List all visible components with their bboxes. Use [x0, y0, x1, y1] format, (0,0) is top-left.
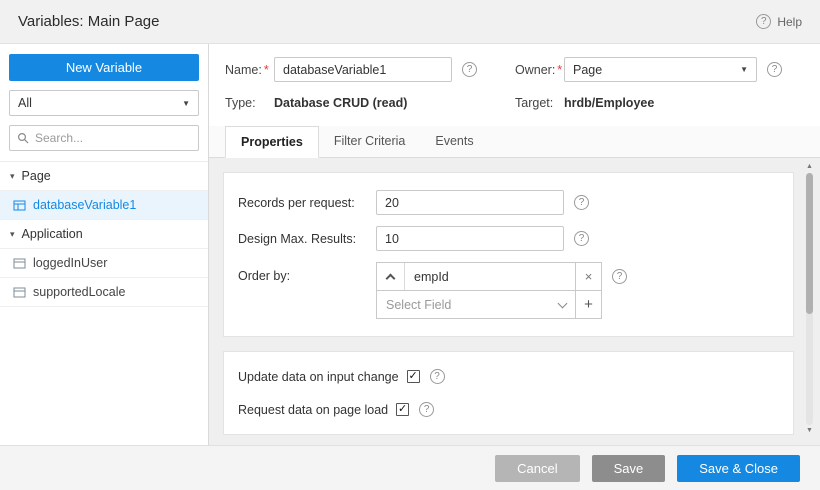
required-marker: * [264, 63, 269, 77]
request-on-load-label: Request data on page load [238, 403, 388, 417]
records-help-icon[interactable]: ? [574, 195, 589, 210]
variable-filter-select[interactable]: All ▼ [9, 90, 199, 116]
chevron-down-icon: ▼ [182, 99, 190, 108]
scroll-down-icon[interactable]: ▼ [806, 425, 813, 437]
tree-group-label: Page [22, 169, 51, 183]
page-title: Variables: Main Page [18, 13, 159, 30]
owner-help-icon[interactable]: ? [767, 62, 782, 77]
behavior-panel: Update data on input change ✓ ? Request … [223, 351, 794, 435]
name-label: Name:* [225, 63, 274, 77]
owner-value: Page [573, 63, 602, 77]
tree-group-application[interactable]: ▾ Application [0, 220, 208, 249]
tree-item-label: supportedLocale [33, 285, 125, 299]
scroll-up-icon[interactable]: ▲ [806, 161, 813, 173]
chevron-down-icon [558, 298, 568, 308]
variable-filter-value: All [18, 96, 32, 110]
add-field-button[interactable]: + [576, 290, 602, 319]
vertical-scrollbar[interactable]: ▲ ▼ [803, 161, 816, 437]
design-max-results-input[interactable] [376, 226, 564, 251]
search-input[interactable] [35, 131, 191, 145]
new-variable-button[interactable]: New Variable [9, 54, 199, 81]
update-on-change-checkbox[interactable]: ✓ [407, 370, 420, 383]
variable-icon [13, 286, 26, 299]
tree-item-label: databaseVariable1 [33, 198, 136, 212]
tree-item-label: loggedInUser [33, 256, 107, 270]
design-max-help-icon[interactable]: ? [574, 231, 589, 246]
type-value: Database CRUD (read) [274, 96, 407, 110]
properties-tab-content: Records per request: ? Design Max. Resul… [209, 158, 820, 445]
sort-direction-button[interactable] [377, 263, 405, 290]
scrollbar-track[interactable] [806, 173, 813, 425]
order-by-label: Order by: [238, 262, 376, 283]
tab-properties[interactable]: Properties [225, 126, 319, 158]
help-link[interactable]: ? Help [756, 14, 802, 29]
tree-item-loggedinuser[interactable]: loggedInUser [0, 249, 208, 278]
variable-tree: ▾ Page databaseVariable1 ▾ Appl [0, 161, 208, 307]
target-label: Target: [515, 96, 564, 110]
tab-bar: Properties Filter Criteria Events [209, 126, 820, 158]
name-help-icon[interactable]: ? [462, 62, 477, 77]
request-on-load-help-icon[interactable]: ? [419, 402, 434, 417]
variables-dialog: Variables: Main Page ? Help New Variable… [0, 0, 820, 490]
request-on-load-checkbox[interactable]: ✓ [396, 403, 409, 416]
records-per-request-input[interactable] [376, 190, 564, 215]
required-marker: * [557, 63, 562, 77]
tab-filter-criteria[interactable]: Filter Criteria [319, 126, 421, 157]
collapse-caret-icon: ▾ [10, 171, 15, 182]
dialog-footer: Cancel Save Save & Close [0, 445, 820, 490]
design-max-results-label: Design Max. Results: [238, 232, 376, 246]
tab-events[interactable]: Events [420, 126, 488, 157]
help-icon: ? [756, 14, 771, 29]
chevron-up-icon [386, 273, 396, 283]
dialog-header: Variables: Main Page ? Help [0, 0, 820, 44]
owner-label: Owner:* [515, 63, 564, 77]
order-by-widget: empId × Select Field + [376, 262, 602, 319]
tree-group-label: Application [22, 227, 83, 241]
records-per-request-label: Records per request: [238, 196, 376, 210]
order-by-field-value: empId [405, 270, 458, 284]
dialog-body: New Variable All ▼ ▾ Page [0, 44, 820, 445]
update-on-change-help-icon[interactable]: ? [430, 369, 445, 384]
tree-item-supportedlocale[interactable]: supportedLocale [0, 278, 208, 307]
variable-form-header: Name:* ? Owner:* Page ▼ ? [209, 44, 820, 124]
save-button[interactable]: Save [592, 455, 666, 482]
order-by-help-icon[interactable]: ? [612, 269, 627, 284]
request-settings-panel: Records per request: ? Design Max. Resul… [223, 172, 794, 337]
sidebar: New Variable All ▼ ▾ Page [0, 44, 209, 445]
search-box [9, 125, 199, 151]
scrollbar-thumb[interactable] [806, 173, 813, 314]
save-and-close-button[interactable]: Save & Close [677, 455, 800, 482]
tree-group-page[interactable]: ▾ Page [0, 162, 208, 191]
search-icon [17, 132, 29, 144]
main-panel: Name:* ? Owner:* Page ▼ ? [209, 44, 820, 445]
owner-select[interactable]: Page ▼ [564, 57, 757, 82]
target-value: hrdb/Employee [564, 96, 654, 110]
collapse-caret-icon: ▾ [10, 229, 15, 240]
cancel-button[interactable]: Cancel [495, 455, 579, 482]
select-field-dropdown[interactable]: Select Field [376, 290, 576, 319]
name-input[interactable] [274, 57, 452, 82]
update-on-change-label: Update data on input change [238, 370, 399, 384]
database-variable-icon [13, 199, 26, 212]
type-label: Type: [225, 96, 274, 110]
select-field-placeholder: Select Field [386, 298, 451, 312]
tree-item-databasevariable1[interactable]: databaseVariable1 [0, 191, 208, 220]
remove-field-button[interactable]: × [576, 262, 602, 291]
chevron-down-icon: ▼ [740, 65, 748, 74]
variable-icon [13, 257, 26, 270]
help-label: Help [777, 15, 802, 29]
